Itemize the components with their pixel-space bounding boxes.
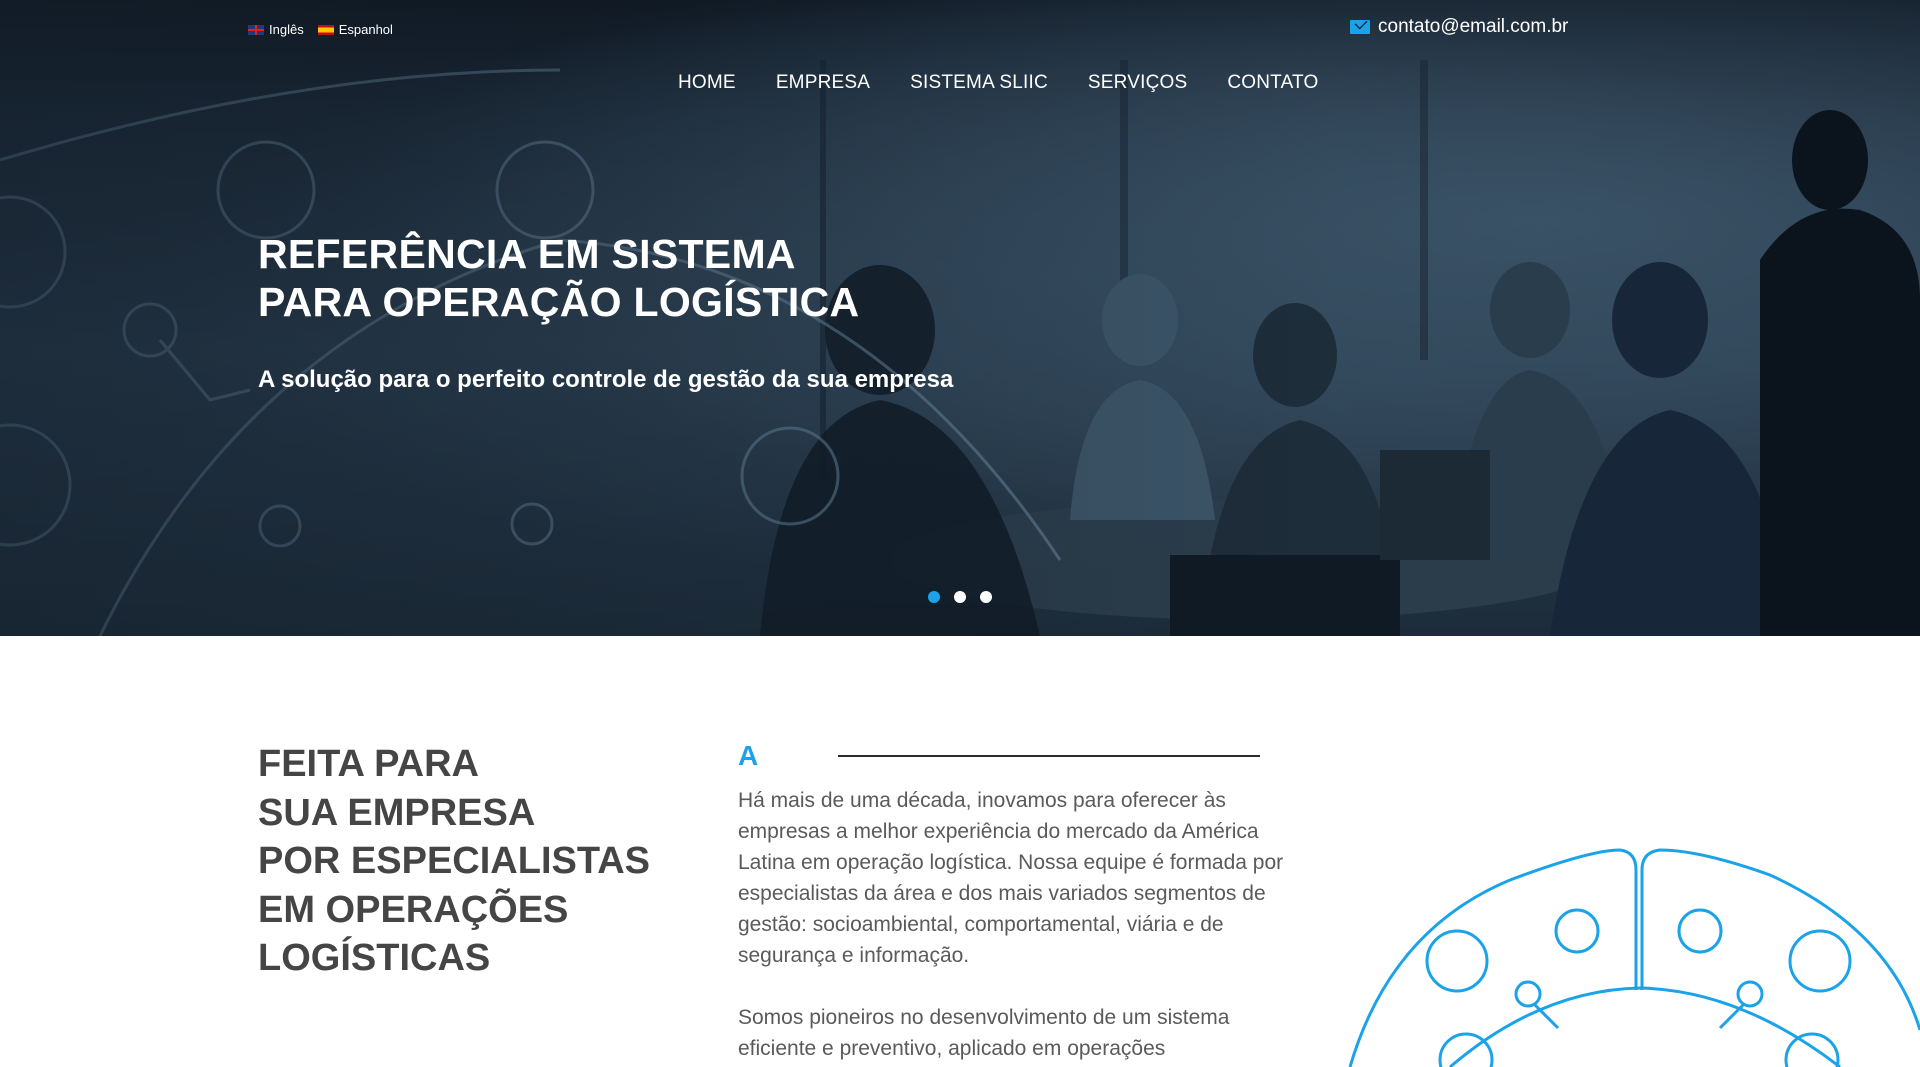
carousel-dot-2[interactable] [954, 591, 966, 603]
main-navigation: HOME EMPRESA SISTEMA SLIIC SERVIÇOS CONT… [678, 72, 1318, 94]
about-heading-line-4: EM OPERAÇÕES [258, 888, 569, 931]
uk-flag-icon [248, 24, 264, 35]
nav-item-contato[interactable]: CONTATO [1227, 72, 1318, 94]
nav-item-empresa[interactable]: EMPRESA [776, 72, 870, 94]
hero-title-line-1: REFERÊNCIA EM SISTEMA [258, 231, 796, 277]
about-heading-line-1: FEITA PARA [258, 743, 479, 785]
carousel-pagination [928, 591, 992, 603]
nav-item-servicos[interactable]: SERVIÇOS [1088, 72, 1187, 94]
nav-item-sistema-sliic[interactable]: SISTEMA SLIIC [910, 72, 1048, 94]
hero-banner: Inglês Espanhol contato@email.com.br HOM… [0, 0, 1920, 636]
decorative-circle-graphic [1348, 848, 1920, 1067]
language-spanish-label: Espanhol [338, 22, 393, 37]
contact-email-link[interactable]: contato@email.com.br [1350, 16, 1568, 38]
envelope-icon [1350, 20, 1370, 34]
language-english[interactable]: Inglês [248, 22, 304, 37]
about-heading-line-3: POR ESPECIALISTAS [258, 840, 651, 882]
contact-email-text: contato@email.com.br [1378, 16, 1569, 37]
hero-title-line-2: PARA OPERAÇÃO LOGÍSTICA [258, 279, 860, 325]
about-divider [838, 755, 1260, 757]
about-text: Há mais de uma década, inovamos para ofe… [738, 785, 1308, 1067]
spain-flag-icon [317, 24, 334, 35]
language-english-label: Inglês [269, 22, 304, 37]
language-switcher: Inglês Espanhol [248, 22, 393, 37]
carousel-dot-1[interactable] [928, 591, 940, 603]
about-paragraph-1: Há mais de uma década, inovamos para ofe… [738, 789, 1284, 967]
about-heading-line-5: LOGÍSTICAS [258, 937, 491, 979]
about-paragraph-2: Somos pioneiros no desenvolvimento de um… [738, 1006, 1230, 1060]
hero-title: REFERÊNCIA EM SISTEMA PARA OPERAÇÃO LOGÍ… [258, 230, 859, 326]
about-heading: FEITA PARA SUA EMPRESA POR ESPECIALISTAS… [258, 740, 650, 983]
nav-item-home[interactable]: HOME [678, 72, 736, 94]
about-heading-line-2: SUA EMPRESA [258, 791, 536, 834]
hero-subtitle: A solução para o perfeito controle de ge… [258, 366, 954, 393]
carousel-dot-3[interactable] [980, 591, 992, 603]
about-initial-letter: A [738, 740, 759, 771]
language-spanish[interactable]: Espanhol [317, 22, 393, 37]
